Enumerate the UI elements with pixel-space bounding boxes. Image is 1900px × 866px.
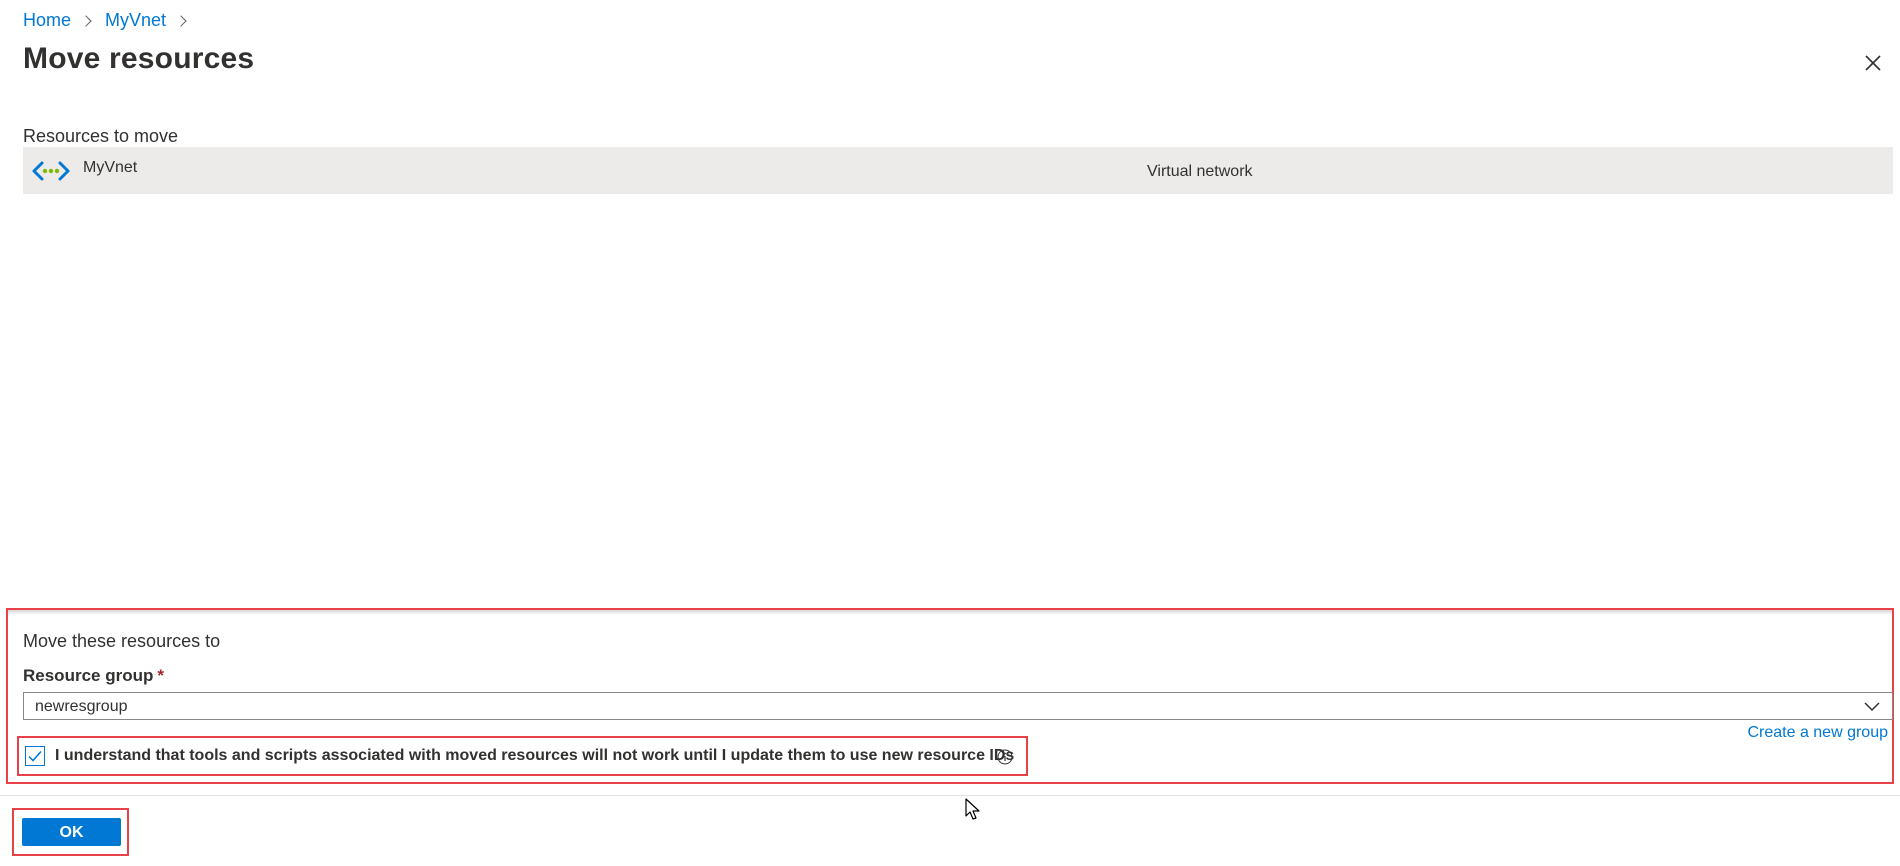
mouse-pointer-icon (965, 798, 980, 820)
resource-group-selected-value: newresgroup (35, 698, 128, 715)
move-destination-panel: Move these resources to Resource group * … (6, 608, 1894, 784)
info-icon[interactable] (996, 748, 1014, 766)
acknowledgement-text: I understand that tools and scripts asso… (55, 747, 1015, 764)
chevron-right-icon (80, 14, 92, 27)
acknowledgement-checkbox[interactable] (25, 746, 45, 766)
resources-to-move-heading: Resources to move (23, 126, 179, 146)
required-marker: * (157, 666, 164, 685)
footer-divider (0, 795, 1900, 796)
create-new-group-link[interactable]: Create a new group (1747, 724, 1888, 742)
chevron-right-icon (175, 14, 187, 27)
resource-row: MyVnet Virtual network (23, 147, 1893, 194)
virtual-network-icon (32, 161, 70, 181)
chevron-down-icon (1864, 702, 1880, 712)
resource-group-label-text: Resource group (23, 666, 154, 685)
ok-button-highlight: OK (12, 808, 129, 856)
resource-group-dropdown[interactable]: newresgroup (23, 692, 1893, 720)
acknowledgement-group: I understand that tools and scripts asso… (17, 736, 1028, 776)
resource-name: MyVnet (83, 159, 138, 176)
resource-group-label: Resource group * (23, 666, 164, 686)
close-icon (1865, 55, 1881, 71)
ok-button[interactable]: OK (22, 818, 121, 846)
resource-type: Virtual network (1147, 163, 1253, 180)
breadcrumb-home-link[interactable]: Home (23, 10, 71, 31)
move-destination-heading: Move these resources to (23, 631, 221, 651)
breadcrumb: Home MyVnet (23, 10, 200, 31)
move-resources-page: Home MyVnet Move resources Resources to … (0, 0, 1900, 866)
checkmark-icon (28, 751, 42, 762)
page-title: Move resources (23, 42, 255, 75)
close-button[interactable] (1860, 50, 1886, 76)
breadcrumb-myvnet-link[interactable]: MyVnet (105, 10, 166, 31)
